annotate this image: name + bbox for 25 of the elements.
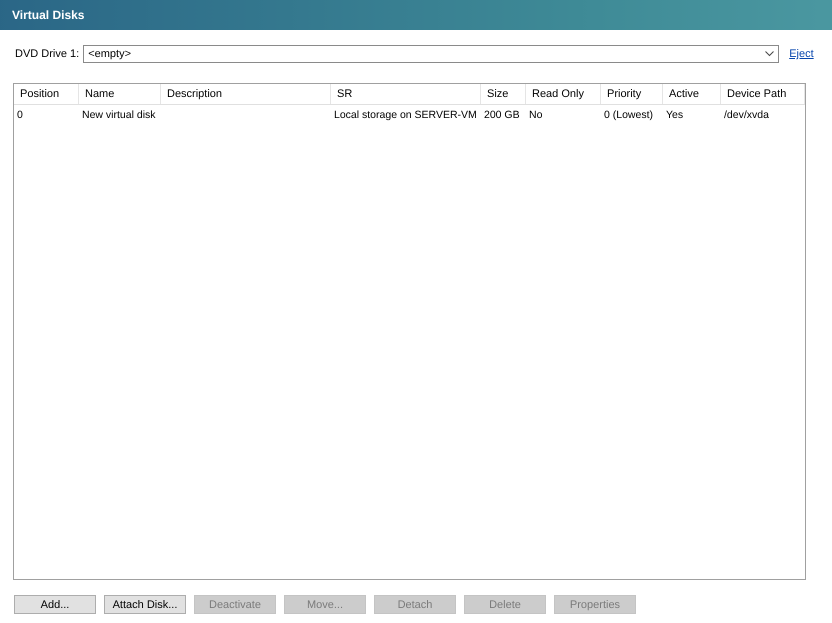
table-cell: 0 (Lowest) [604, 109, 654, 121]
dvd-drive-label: DVD Drive 1: [15, 48, 80, 60]
action-button[interactable]: Add... [14, 595, 96, 614]
table-cell: /dev/xvda [724, 109, 769, 121]
table-cell: No [529, 109, 542, 121]
table-cell: Yes [666, 109, 684, 121]
eject-link[interactable]: Eject [789, 48, 814, 60]
table-cell: 200 GB [484, 109, 520, 121]
column-header[interactable]: Active [663, 84, 721, 104]
table-cell: 0 [17, 109, 23, 121]
chevron-down-icon [765, 51, 774, 57]
column-header[interactable]: Read Only [526, 84, 601, 104]
column-header[interactable]: Description [161, 84, 331, 104]
panel-title: Virtual Disks [12, 8, 84, 22]
table-cell: Local storage on SERVER-VM [334, 109, 477, 121]
action-button[interactable]: Attach Disk... [104, 595, 186, 614]
column-header[interactable]: Priority [601, 84, 663, 104]
column-header[interactable]: Name [79, 84, 161, 104]
table-cell: New virtual disk [82, 109, 156, 121]
column-header[interactable]: Size [481, 84, 526, 104]
column-header[interactable]: Position [14, 84, 79, 104]
column-header[interactable]: Device Path [721, 84, 805, 104]
table-row[interactable]: 0 New virtual disk Local storage on SERVER-VM 200 GB No 0 (Lowest) Yes /dev/xvda [14, 105, 805, 125]
dvd-drive-dropdown[interactable]: <empty> [83, 45, 780, 63]
column-header[interactable]: SR [331, 84, 481, 104]
